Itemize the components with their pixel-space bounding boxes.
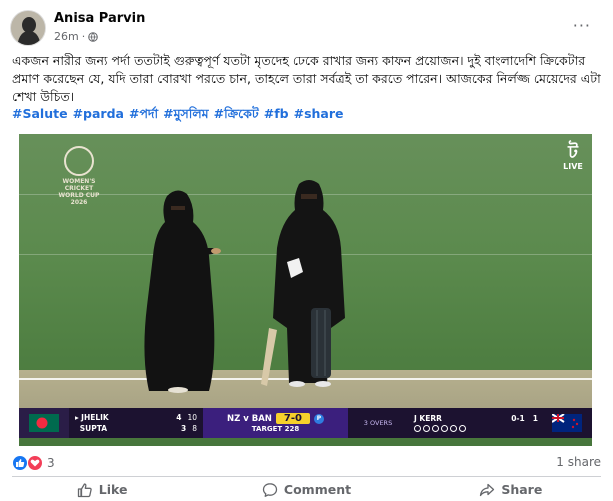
share-button[interactable]: Share: [409, 478, 613, 501]
team-score: 7-0: [275, 413, 310, 424]
meta-separator: ·: [81, 30, 86, 43]
hashtag-link[interactable]: #মুসলিম: [163, 106, 209, 126]
post-image[interactable]: WOMEN'S CRICKET WORLD CUP 2026 ট LIVE ▸ …: [19, 134, 592, 446]
post-header: Anisa Parvin 26m · ···: [0, 0, 613, 50]
thumbs-up-icon: [77, 482, 92, 497]
hashtag-link[interactable]: #Salute: [12, 106, 68, 126]
ball-indicator: [459, 425, 466, 432]
comment-icon: [262, 482, 278, 497]
like-label: Like: [98, 482, 128, 497]
overs-label: 3 OVERS: [363, 419, 393, 427]
match-teams: NZ v BAN: [227, 413, 272, 424]
hashtag-link[interactable]: #পর্দা: [129, 106, 158, 126]
world-cup-logo: WOMEN'S CRICKET WORLD CUP 2026: [53, 146, 105, 206]
ball-indicator: [441, 425, 448, 432]
bowler-name: J KERR: [414, 414, 442, 423]
batter-balls: 8: [192, 424, 197, 433]
batter-name: JHELIK: [81, 413, 109, 422]
scoreboard: ▸ JHELIK 4 10 SUPTA 38 NZ v BAN 7-0 P TAR…: [19, 408, 592, 438]
hashtag-link[interactable]: #fb: [264, 106, 289, 126]
comment-button[interactable]: Comment: [204, 478, 408, 501]
match-score-panel: NZ v BAN 7-0 P TARGET 228: [203, 408, 348, 438]
batter-name: SUPTA: [79, 424, 108, 433]
target-text: TARGET 228: [251, 425, 300, 433]
ball-tracker: [414, 425, 542, 432]
reaction-summary[interactable]: 3: [12, 455, 55, 471]
batter-row: SUPTA 38: [75, 423, 203, 434]
post-time[interactable]: 26m: [54, 30, 79, 43]
post-meta: 26m ·: [54, 30, 99, 43]
ball-indicator: [432, 425, 439, 432]
more-options-button[interactable]: ···: [573, 16, 591, 35]
hashtag-link[interactable]: #parda: [73, 106, 124, 126]
powerplay-badge: P: [314, 413, 324, 424]
share-arrow-icon: [480, 483, 495, 496]
batter-row: ▸ JHELIK 4 10: [75, 412, 203, 423]
broadcaster-logo: ট LIVE: [562, 142, 584, 172]
bowler-overs: 1: [532, 414, 538, 423]
logo-line-1: WOMEN'S CRICKET: [62, 178, 96, 192]
bangladesh-flag-icon: [19, 408, 69, 438]
comment-label: Comment: [283, 482, 352, 497]
reaction-count: 3: [47, 456, 55, 470]
author-avatar[interactable]: [10, 10, 46, 46]
new-zealand-flag-icon: [542, 408, 592, 438]
ball-indicator: [414, 425, 421, 432]
hashtag-list: #Salute #parda #পর্দা #মুসলিম #ক্রিকেট #…: [12, 106, 344, 126]
facebook-post: Anisa Parvin 26m · ··· একজন নারীর জন্য প…: [0, 0, 613, 501]
hashtag-link[interactable]: #share: [294, 106, 344, 126]
bowler-figures: 0-1: [511, 414, 525, 423]
action-divider: [12, 476, 601, 477]
share-label: Share: [501, 482, 543, 497]
author-name[interactable]: Anisa Parvin: [54, 11, 145, 26]
striker-marker: ▸: [75, 413, 79, 422]
like-reaction-icon: [12, 455, 28, 471]
globe-icon: [88, 31, 99, 42]
player-figure-left: [144, 190, 221, 393]
love-reaction-icon: [27, 455, 43, 471]
like-button[interactable]: Like: [0, 478, 204, 501]
batter-runs: 4: [176, 413, 182, 422]
hashtag-link[interactable]: #ক্রিকেট: [214, 106, 259, 126]
post-text: একজন নারীর জন্য পর্দা ততটাই গুরুত্বপূর্ণ…: [12, 53, 601, 104]
share-count[interactable]: 1 share: [556, 455, 601, 469]
ball-indicator: [450, 425, 457, 432]
trophy-icon: [64, 146, 94, 176]
live-label: LIVE: [563, 162, 583, 171]
batters-panel: ▸ JHELIK 4 10 SUPTA 38: [69, 408, 203, 438]
bowler-panel: J KERR 0-1 1: [408, 408, 542, 438]
post-actions: Like Comment Share: [0, 478, 613, 501]
avatar-figure-icon: [11, 11, 45, 45]
player-figure-right: [261, 180, 345, 387]
broadcaster-glyph: ট: [568, 142, 578, 163]
batter-balls: 10: [187, 413, 197, 422]
batter-runs: 3: [181, 424, 187, 433]
logo-line-3: 2026: [70, 199, 88, 206]
logo-line-2: WORLD CUP: [58, 192, 100, 199]
ball-indicator: [423, 425, 430, 432]
